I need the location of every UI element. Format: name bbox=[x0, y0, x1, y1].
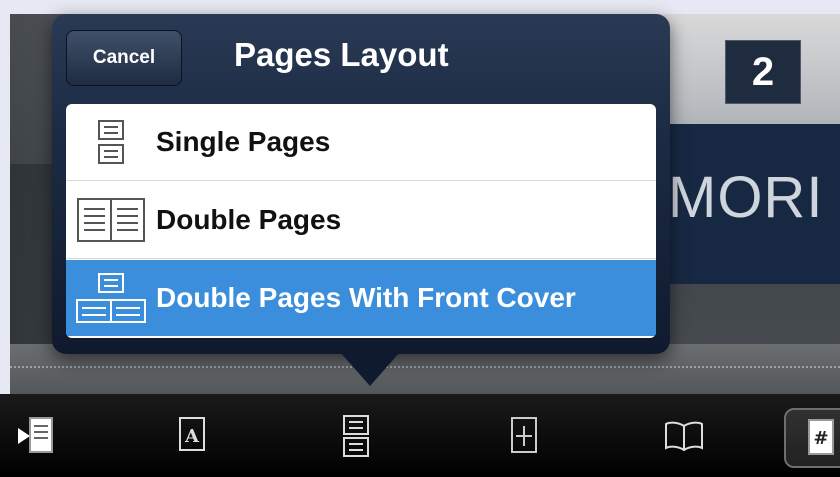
option-label: Single Pages bbox=[156, 126, 331, 157]
crop-icon bbox=[511, 417, 537, 453]
bookmarks-button[interactable] bbox=[654, 408, 714, 464]
page-number-icon: # bbox=[808, 419, 834, 455]
book-icon bbox=[665, 421, 703, 452]
layout-options-list: Single Pages Double Pages Double Pages W… bbox=[66, 104, 656, 338]
option-double-pages[interactable]: Double Pages bbox=[66, 182, 656, 259]
popover-arrow bbox=[340, 352, 400, 386]
import-button[interactable] bbox=[6, 408, 66, 464]
page-number-button[interactable]: # bbox=[784, 408, 840, 468]
text-page-icon: A bbox=[179, 417, 205, 451]
pages-layout-popover: Cancel Pages Layout Single Pages Double … bbox=[52, 14, 670, 354]
single-pages-icon bbox=[66, 104, 156, 180]
import-icon bbox=[18, 417, 53, 453]
cancel-button[interactable]: Cancel bbox=[66, 30, 182, 86]
option-double-pages-front-cover[interactable]: Double Pages With Front Cover bbox=[66, 260, 656, 336]
double-pages-icon bbox=[66, 182, 156, 258]
svg-text:#: # bbox=[813, 428, 828, 449]
crop-button[interactable] bbox=[494, 408, 554, 464]
popover-title: Pages Layout bbox=[234, 36, 449, 73]
page-layout-button[interactable] bbox=[326, 408, 386, 464]
text-page-button[interactable]: A bbox=[162, 408, 222, 464]
bottom-toolbar: A # bbox=[0, 394, 840, 477]
page-layout-icon bbox=[343, 415, 369, 457]
option-single-pages[interactable]: Single Pages bbox=[66, 104, 656, 181]
svg-text:A: A bbox=[184, 426, 200, 447]
option-label: Double Pages bbox=[156, 204, 342, 235]
background-dotted-divider bbox=[10, 366, 840, 368]
step-badge: 2 bbox=[725, 40, 801, 104]
double-pages-front-cover-icon bbox=[66, 260, 156, 336]
option-label: Double Pages With Front Cover bbox=[156, 282, 576, 313]
background-text: MORI bbox=[668, 165, 824, 230]
